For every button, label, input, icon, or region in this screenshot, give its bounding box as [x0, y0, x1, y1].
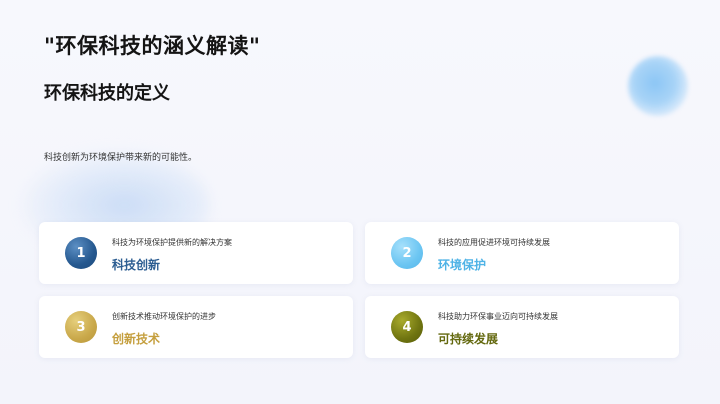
card-label: 环境保护 [438, 258, 487, 272]
card-text: 科技助力环保事业迈向可持续发展 [438, 312, 558, 321]
card-label: 科技创新 [112, 258, 161, 272]
slide-title: "环保科技的涵义解读" [44, 34, 261, 58]
card-label: 可持续发展 [438, 332, 499, 346]
card-1: 1 科技为环境保护提供新的解决方案 科技创新 [39, 222, 353, 284]
slide-description: 科技创新为环境保护带来新的可能性。 [44, 153, 198, 163]
card-3: 3 创新技术推动环境保护的进步 创新技术 [39, 296, 353, 358]
decorative-blob-right [628, 56, 688, 116]
number-badge: 3 [65, 311, 97, 343]
card-text: 科技为环境保护提供新的解决方案 [112, 238, 232, 247]
slide: "环保科技的涵义解读" 环保科技的定义 科技创新为环境保护带来新的可能性。 1 … [0, 0, 720, 404]
number-badge: 4 [391, 311, 423, 343]
card-label: 创新技术 [112, 332, 161, 346]
card-text: 创新技术推动环境保护的进步 [112, 312, 216, 321]
number-badge: 2 [391, 237, 423, 269]
number-badge: 1 [65, 237, 97, 269]
card-4: 4 科技助力环保事业迈向可持续发展 可持续发展 [365, 296, 679, 358]
card-2: 2 科技的应用促进环境可持续发展 环境保护 [365, 222, 679, 284]
slide-subtitle: 环保科技的定义 [44, 83, 170, 104]
card-text: 科技的应用促进环境可持续发展 [438, 238, 550, 247]
